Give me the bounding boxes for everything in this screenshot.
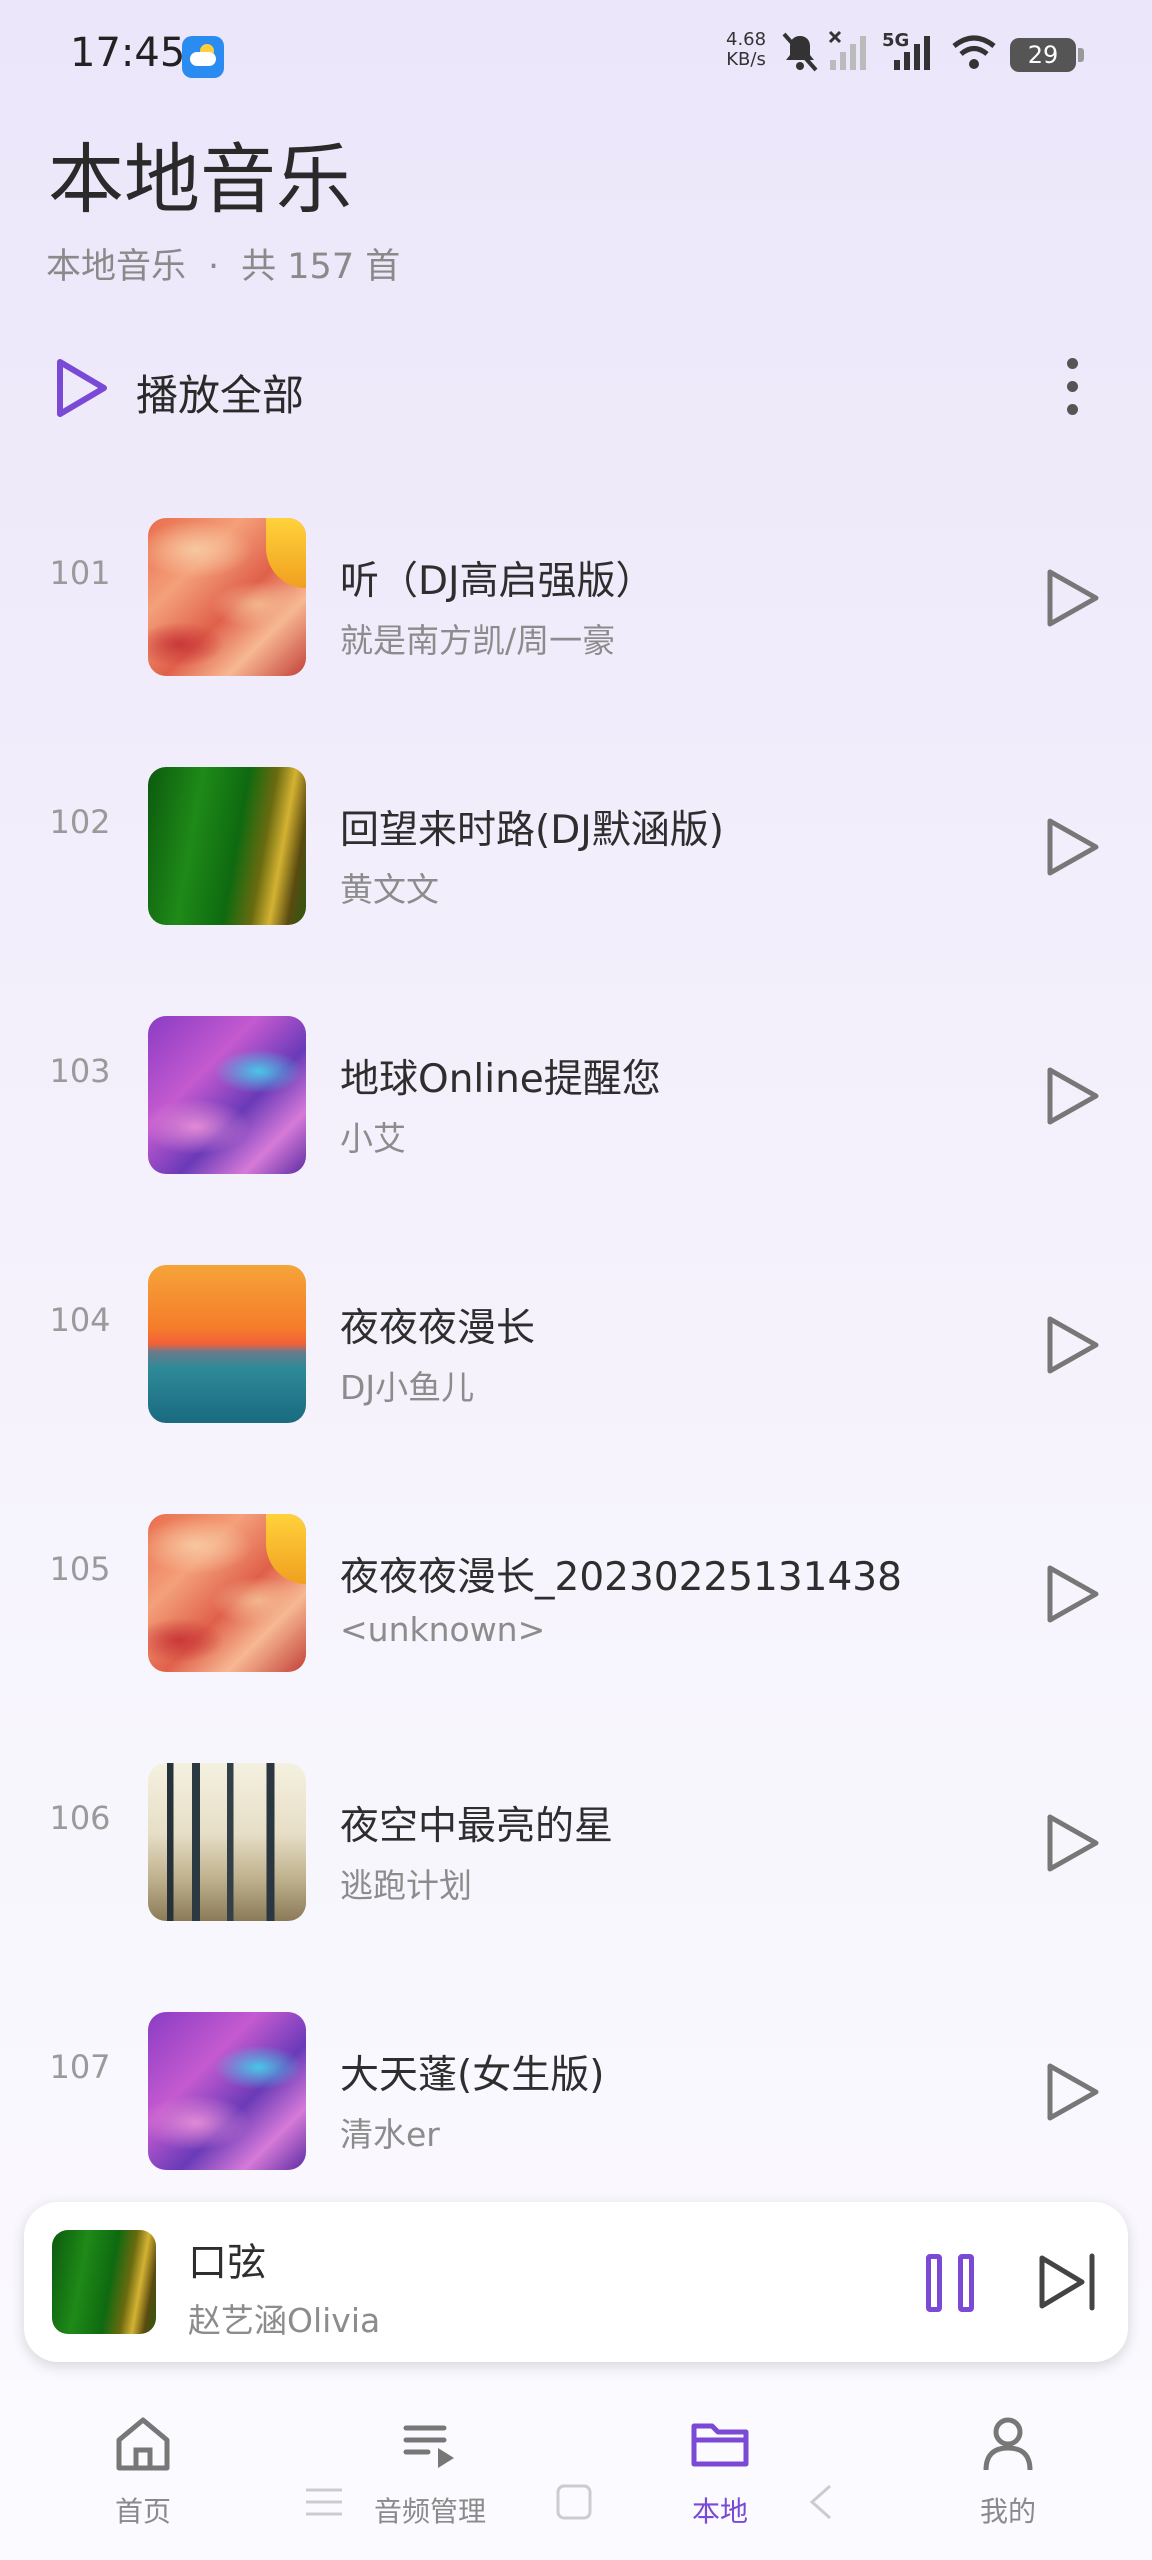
subtitle-separator: · bbox=[208, 247, 220, 287]
song-artist: 小艾 bbox=[340, 1119, 406, 1158]
album-cover bbox=[148, 1514, 306, 1672]
now-playing-cover bbox=[52, 2230, 156, 2334]
menu-icon[interactable] bbox=[302, 2480, 346, 2524]
signal-icon bbox=[894, 36, 930, 70]
song-artist: 黄文文 bbox=[340, 870, 439, 909]
song-title: 听（DJ高启强版） bbox=[340, 559, 655, 604]
song-index: 103 bbox=[49, 1052, 111, 1090]
mute-bell-icon bbox=[782, 32, 818, 72]
song-row[interactable]: 103 地球Online提醒您 小艾 bbox=[0, 972, 1152, 1174]
play-icon[interactable] bbox=[1040, 1562, 1104, 1626]
album-cover bbox=[148, 518, 306, 676]
nav-local[interactable]: 本地 bbox=[620, 2412, 820, 2530]
song-index: 101 bbox=[49, 554, 111, 592]
song-row[interactable]: 107 大天蓬(女生版) 清水er bbox=[0, 1968, 1152, 2170]
nav-mine[interactable]: 我的 bbox=[908, 2412, 1108, 2530]
home-square-icon[interactable] bbox=[552, 2480, 596, 2524]
no-signal-icon bbox=[828, 30, 866, 70]
nav-audio-manage[interactable]: 音频管理 bbox=[330, 2412, 530, 2530]
net-speed-value: 4.68 bbox=[726, 29, 767, 50]
song-artist: <unknown> bbox=[340, 1610, 546, 1649]
song-index: 106 bbox=[49, 1799, 111, 1837]
song-title: 地球Online提醒您 bbox=[340, 1057, 661, 1102]
play-all-button[interactable]: 播放全部 bbox=[136, 362, 304, 423]
album-cover bbox=[148, 1763, 306, 1921]
play-all-row: 播放全部 bbox=[0, 348, 1152, 428]
folder-icon bbox=[691, 2423, 749, 2467]
pause-icon[interactable] bbox=[924, 2254, 976, 2312]
subtitle-source: 本地音乐 bbox=[46, 247, 187, 287]
now-playing-bar[interactable]: 口弦 赵艺涵Olivia bbox=[24, 2202, 1128, 2362]
nav-local-label: 本地 bbox=[691, 2495, 748, 2528]
song-artist: 逃跑计划 bbox=[340, 1866, 472, 1905]
song-title: 夜夜夜漫长_20230225131438 bbox=[340, 1555, 902, 1600]
weather-icon bbox=[182, 36, 224, 78]
status-time: 17:45 bbox=[70, 30, 186, 76]
song-artist: DJ小鱼儿 bbox=[340, 1368, 475, 1407]
song-row[interactable]: 102 回望来时路(DJ默涵版) 黄文文 bbox=[0, 723, 1152, 925]
song-title: 大天蓬(女生版) bbox=[340, 2053, 605, 2098]
song-index: 102 bbox=[49, 803, 111, 841]
network-speed: 4.68 KB/s bbox=[726, 30, 766, 70]
album-cover bbox=[148, 1016, 306, 1174]
song-artist: 就是南方凯/周一豪 bbox=[340, 621, 616, 660]
song-row[interactable]: 101 听（DJ高启强版） 就是南方凯/周一豪 bbox=[0, 474, 1152, 676]
song-index: 104 bbox=[49, 1301, 111, 1339]
person-icon bbox=[983, 2417, 1033, 2471]
play-all-icon[interactable] bbox=[52, 356, 112, 420]
nav-mine-label: 我的 bbox=[979, 2495, 1036, 2528]
album-cover bbox=[148, 2012, 306, 2170]
song-title: 夜夜夜漫长 bbox=[340, 1306, 536, 1351]
song-title: 回望来时路(DJ默涵版) bbox=[340, 808, 724, 853]
more-options-icon[interactable] bbox=[1054, 358, 1090, 418]
home-icon bbox=[116, 2417, 170, 2471]
page-title: 本地音乐 bbox=[48, 135, 352, 224]
wifi-icon bbox=[952, 35, 996, 69]
song-index: 105 bbox=[49, 1550, 111, 1588]
album-cover bbox=[148, 767, 306, 925]
play-icon[interactable] bbox=[1040, 1313, 1104, 1377]
play-icon[interactable] bbox=[1040, 2060, 1104, 2124]
playlist-icon bbox=[403, 2425, 454, 2468]
nav-home-label: 首页 bbox=[114, 2495, 171, 2528]
album-cover bbox=[148, 1265, 306, 1423]
song-title: 夜空中最亮的星 bbox=[340, 1804, 614, 1849]
play-icon[interactable] bbox=[1040, 566, 1104, 630]
play-icon[interactable] bbox=[1040, 1811, 1104, 1875]
song-index: 107 bbox=[49, 2048, 111, 2086]
song-row[interactable]: 104 夜夜夜漫长 DJ小鱼儿 bbox=[0, 1221, 1152, 1423]
song-row[interactable]: 106 夜空中最亮的星 逃跑计划 bbox=[0, 1719, 1152, 1921]
net-speed-unit: KB/s bbox=[726, 49, 766, 70]
next-track-icon[interactable] bbox=[1036, 2252, 1100, 2312]
nav-audio-manage-label: 音频管理 bbox=[373, 2495, 486, 2528]
status-bar: 17:45 4.68 KB/s 5G 29 bbox=[0, 0, 1152, 110]
now-playing-artist: 赵艺涵Olivia bbox=[188, 2301, 381, 2340]
now-playing-title: 口弦 bbox=[188, 2241, 267, 2286]
song-count: 共 157 首 bbox=[241, 247, 401, 287]
back-icon[interactable] bbox=[800, 2480, 844, 2524]
bottom-navigation: 首页 音频管理 本地 我的 bbox=[0, 2380, 1152, 2560]
nav-home[interactable]: 首页 bbox=[43, 2412, 243, 2530]
play-icon[interactable] bbox=[1040, 815, 1104, 879]
page-subtitle: 本地音乐 · 共 157 首 bbox=[46, 238, 400, 289]
battery-indicator: 29 bbox=[1010, 38, 1084, 72]
song-row[interactable]: 105 夜夜夜漫长_20230225131438 <unknown> bbox=[0, 1470, 1152, 1672]
play-icon[interactable] bbox=[1040, 1064, 1104, 1128]
song-artist: 清水er bbox=[340, 2115, 440, 2154]
